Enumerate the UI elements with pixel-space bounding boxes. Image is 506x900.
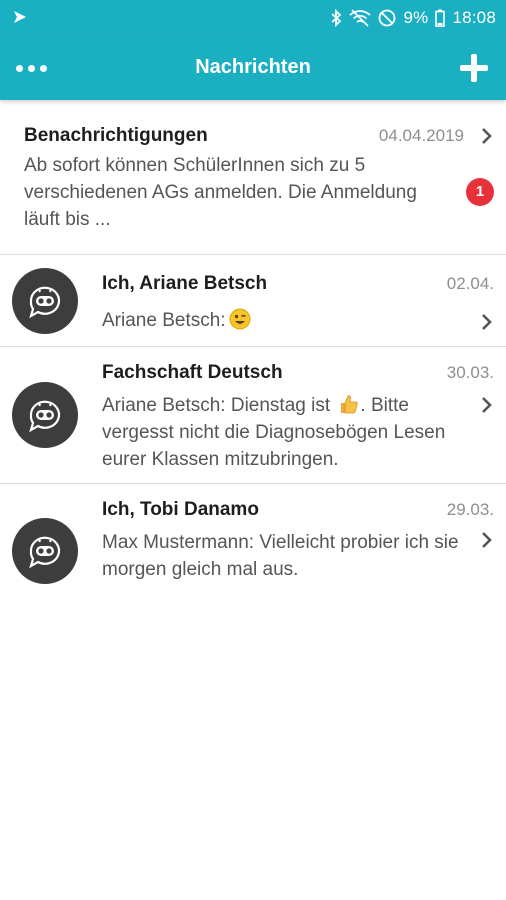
- wifi-off-icon: [349, 9, 372, 27]
- robot-chat-icon: [29, 400, 61, 433]
- page-title: Nachrichten: [195, 56, 311, 78]
- message-list: Benachrichtigungen 04.04.2019 Ab sofort …: [0, 100, 506, 592]
- conversation-preview: Ariane Betsch: Dienstag ist . Bitte verg…: [102, 392, 462, 473]
- conversation-title: Ich, Tobi Danamo: [102, 499, 259, 520]
- conversation-preview: Max Mustermann: Vielleicht probier ich s…: [102, 532, 459, 580]
- avatar: [12, 268, 78, 334]
- avatar: [12, 518, 78, 584]
- conversation-item[interactable]: Fachschaft Deutsch 30.03. Ariane Betsch:…: [0, 347, 506, 484]
- chevron-right-icon: [482, 128, 492, 144]
- clock: 18:08: [452, 8, 496, 27]
- bluetooth-icon: [331, 9, 342, 27]
- winking-face-icon: [229, 308, 251, 330]
- app-bar: Nachrichten: [0, 36, 506, 100]
- avatar: [12, 382, 78, 448]
- chevron-right-icon: [482, 532, 492, 548]
- do-not-disturb-icon: [379, 9, 396, 27]
- robot-chat-icon: [29, 536, 61, 569]
- conversation-date: 30.03.: [446, 363, 494, 382]
- unread-badge: 1: [466, 178, 494, 206]
- chevron-right-icon: [482, 397, 492, 413]
- app-notification-icon: [14, 11, 26, 23]
- preview-text: Ariane Betsch:: [102, 310, 226, 331]
- notifications-date: 04.04.2019: [378, 126, 464, 145]
- notifications-title: Benachrichtigungen: [24, 125, 208, 146]
- conversation-title: Ich, Ariane Betsch: [102, 273, 268, 294]
- preview-text: Ariane Betsch: Dienstag ist: [102, 395, 331, 416]
- conversation-item[interactable]: Ich, Ariane Betsch 02.04. Ariane Betsch:: [0, 255, 506, 347]
- thumbs-up-icon: [341, 395, 359, 414]
- add-button[interactable]: [460, 54, 488, 82]
- chevron-right-icon: [482, 314, 492, 330]
- conversation-title: Fachschaft Deutsch: [102, 362, 283, 383]
- battery-percent: 9%: [403, 8, 429, 27]
- battery-icon: [435, 9, 446, 27]
- conversation-date: 29.03.: [446, 500, 494, 519]
- conversation-preview: Ariane Betsch:: [102, 307, 462, 334]
- notifications-preview: Ab sofort können SchülerInnen sich zu 5 …: [24, 155, 417, 230]
- conversation-item[interactable]: Ich, Tobi Danamo 29.03. Max Mustermann: …: [0, 484, 506, 592]
- notifications-item[interactable]: Benachrichtigungen 04.04.2019 Ab sofort …: [0, 100, 506, 255]
- status-icons: 9% 18:08: [330, 6, 496, 30]
- conversation-date: 02.04.: [446, 274, 494, 293]
- robot-chat-icon: [29, 286, 61, 319]
- status-bar: 9% 18:08: [0, 0, 506, 36]
